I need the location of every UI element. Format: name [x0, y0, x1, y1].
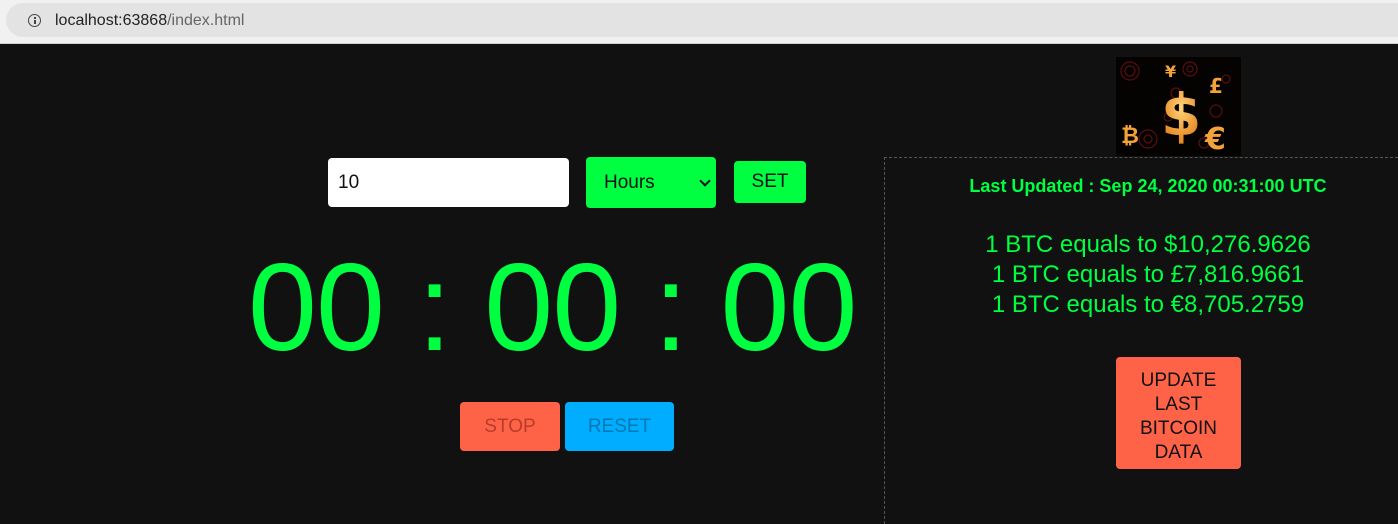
update-button-line: BITCOIN	[1139, 418, 1218, 439]
update-button-line: DATA	[1154, 442, 1203, 463]
browser-address-bar: localhost:63868/index.html	[0, 0, 1398, 44]
set-button[interactable]: SET	[734, 161, 806, 203]
pound-glyph: £	[1209, 74, 1223, 98]
reset-button[interactable]: RESET	[565, 402, 674, 451]
time-unit-selected: Hours	[604, 172, 655, 193]
stop-button[interactable]: STOP	[460, 402, 560, 451]
update-button-line: UPDATE	[1140, 370, 1217, 391]
bitcoin-glyph: ₿	[1121, 124, 1139, 149]
euro-glyph: €	[1204, 122, 1226, 156]
update-button-line: LAST	[1154, 394, 1203, 415]
url-text: localhost:63868/index.html	[55, 12, 244, 30]
chevron-down-icon	[699, 175, 711, 187]
time-unit-select[interactable]: Hours	[586, 157, 716, 208]
rate-gbp: 1 BTC equals to £7,816.9661	[991, 261, 1305, 288]
url-path: /index.html	[167, 12, 245, 29]
info-icon[interactable]	[28, 14, 41, 27]
last-updated-text: Last Updated : Sep 24, 2020 00:31:00 UTC	[969, 176, 1327, 196]
update-bitcoin-data-button[interactable]: UPDATE LAST BITCOIN DATA	[1116, 357, 1241, 469]
url-host: localhost:63868	[55, 12, 168, 29]
countdown-display: 00 : 00 : 00	[248, 239, 857, 377]
url-field[interactable]: localhost:63868/index.html	[6, 3, 1398, 37]
rate-eur: 1 BTC equals to €8,705.2759	[991, 291, 1305, 318]
dollar-glyph: $	[1161, 81, 1201, 149]
currency-logo-graphic: ¥ £ $ ₿ €	[1120, 61, 1231, 156]
time-input[interactable]	[328, 158, 569, 207]
yen-glyph: ¥	[1165, 62, 1176, 81]
currency-logo: ¥ £ $ ₿ €	[1116, 57, 1241, 156]
rate-usd: 1 BTC equals to $10,276.9626	[985, 231, 1311, 258]
